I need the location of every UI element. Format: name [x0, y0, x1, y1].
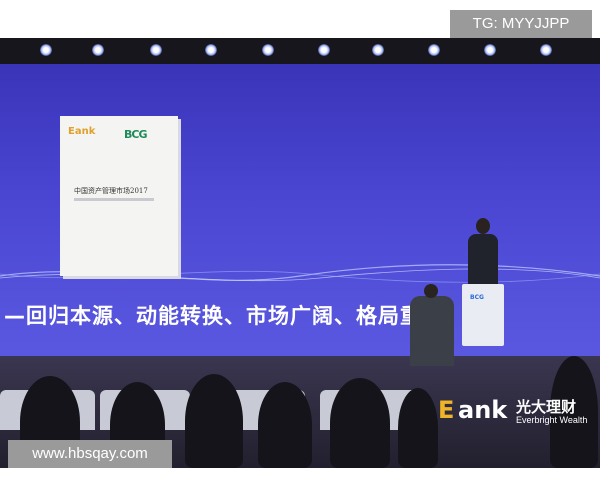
stage-light-icon — [40, 44, 52, 56]
audience-member — [330, 378, 390, 468]
report-cover: Eank BCG 中国资产管理市场2017 — [60, 116, 178, 276]
stage-light-icon — [372, 44, 384, 56]
stage-light-icon — [428, 44, 440, 56]
stage-light-icon — [262, 44, 274, 56]
brand-logo: E ank 光大理财 Everbright Wealth — [438, 394, 598, 428]
audience-member — [185, 374, 243, 468]
audience-member — [398, 388, 438, 468]
audience-member — [258, 382, 312, 468]
screen-slogan: —回归本源、动能转换、市场广阔、格局重 — [4, 304, 422, 328]
brand-logo-ank: ank — [458, 396, 508, 424]
stage-light-icon — [484, 44, 496, 56]
report-logo-left: Eank — [68, 126, 96, 137]
projection-screen: Eank BCG 中国资产管理市场2017 —回归本源、动能转换、市场广阔、格局… — [0, 64, 600, 356]
stage-light-icon — [205, 44, 217, 56]
watermark-top: TG: MYYJJPP — [450, 10, 592, 38]
photographer-head — [424, 284, 438, 298]
podium-logo: BCG — [470, 294, 484, 301]
brand-logo-e: E — [438, 396, 455, 424]
stage-light-icon — [318, 44, 330, 56]
speaker-head — [476, 218, 490, 234]
podium: BCG — [462, 284, 504, 346]
report-subtitle-lines — [74, 198, 154, 201]
photographer-figure — [410, 284, 454, 366]
brand-name-cn: 光大理财 — [516, 398, 577, 416]
event-photo: Eank BCG 中国资产管理市场2017 —回归本源、动能转换、市场广阔、格局… — [0, 38, 600, 468]
stage-light-icon — [92, 44, 104, 56]
watermark-bottom: www.hbsqay.com — [8, 440, 172, 468]
lighting-truss — [0, 38, 600, 64]
brand-name-en: Everbright Wealth — [516, 415, 588, 425]
report-title: 中国资产管理市场2017 — [74, 187, 148, 195]
speaker-figure — [468, 218, 498, 288]
stage-light-icon — [540, 44, 552, 56]
stage-light-icon — [150, 44, 162, 56]
report-logo-right: BCG — [124, 128, 147, 141]
